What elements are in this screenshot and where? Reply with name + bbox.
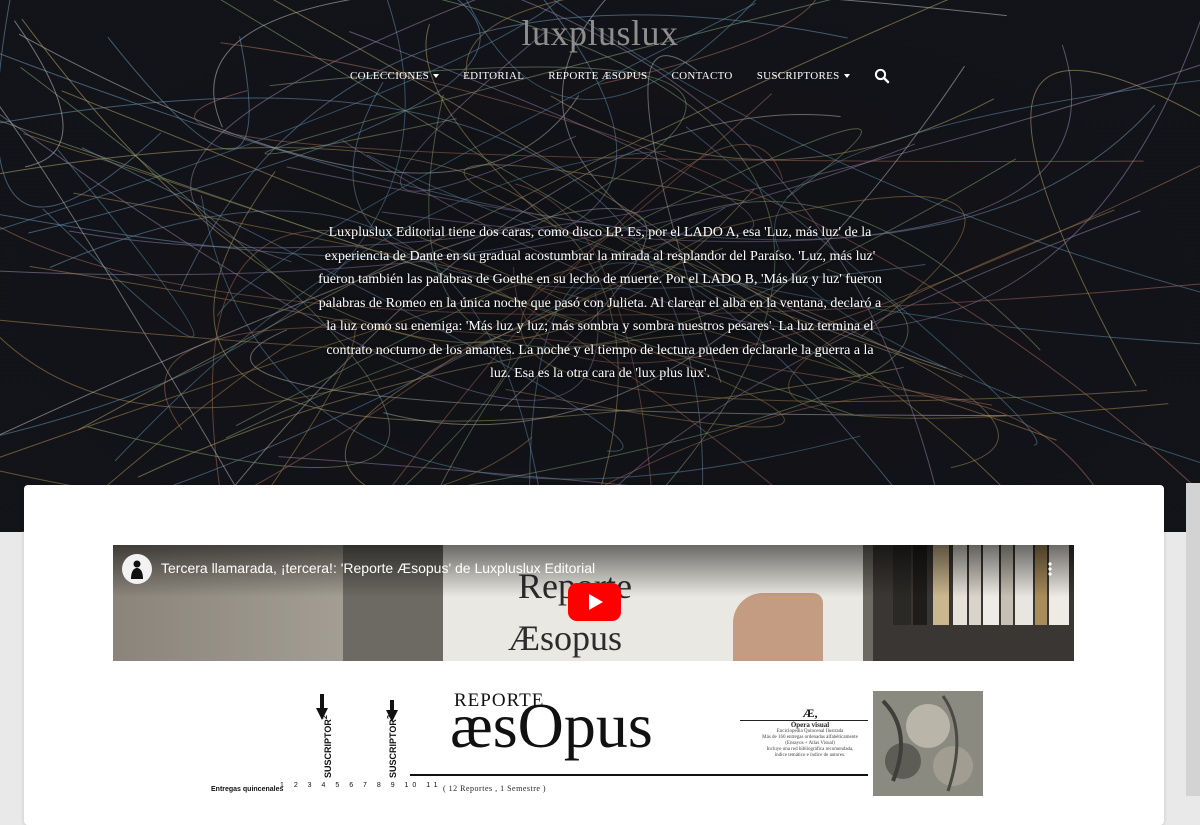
suscriptor-text: SUSCRIPTOR [388, 719, 398, 778]
suscriptor-label-2: SUSCRIPTOR2 [385, 715, 398, 778]
youtube-play-button[interactable] [568, 583, 621, 621]
suscriptor-label-1: SUSCRIPTOR2 [320, 715, 333, 778]
doc-rule [410, 774, 868, 776]
chevron-down-icon [433, 74, 440, 78]
nav-item-label: EDITORIAL [463, 70, 525, 82]
arrow-down-icon [316, 694, 328, 720]
nav-item-label: REPORTE ÆSOPUS [548, 70, 648, 82]
nav-item-label: CONTACTO [671, 70, 733, 82]
ae-heading: Æ, [802, 706, 818, 720]
page-scrollbar[interactable] [1186, 483, 1200, 796]
site-brand[interactable]: luxpluslux [0, 12, 1200, 54]
entregas-ticks: 1 2 3 4 5 6 7 8 9 10 11 [280, 782, 442, 789]
search-icon [874, 68, 889, 84]
main-nav: COLECCIONES EDITORIAL REPORTE ÆSOPUS CON… [350, 68, 914, 84]
reporte-aesopus-image: SUSCRIPTOR2 SUSCRIPTOR2 Entregas quincen… [195, 686, 985, 796]
entregas-label: Entregas quincenales [211, 786, 284, 793]
channel-avatar[interactable] [122, 554, 152, 584]
nav-item-suscriptores[interactable]: SUSCRIPTORES [757, 70, 850, 82]
doc-footnote: ( 12 Reportes , 1 Semestre ) [443, 784, 547, 793]
suscriptor-text: SUSCRIPTOR [323, 719, 333, 778]
more-options-icon[interactable] [1048, 561, 1052, 577]
video-frame-text-aesopus: Æsopus [508, 618, 623, 658]
video-title[interactable]: Tercera llamarada, ¡tercera!: 'Reporte Æ… [161, 560, 595, 576]
doc-ae-box: Æ, Ópera visual Enciclopedia Quincenal I… [750, 706, 870, 759]
ae-line: índice temático e índice de autores. [774, 753, 846, 758]
silhouette-icon [131, 560, 143, 579]
doc-thumbnail-image [873, 691, 983, 796]
nav-item-contacto[interactable]: CONTACTO [671, 70, 732, 82]
doc-title: æsOpus [450, 690, 653, 761]
video-embed[interactable]: Reporte Æsopus Tercera llamarada, ¡terce… [113, 545, 1074, 661]
chevron-down-icon [843, 74, 850, 78]
engraving-image [873, 691, 983, 796]
nav-item-editorial[interactable]: EDITORIAL [463, 70, 524, 82]
ae-sub: Ópera visual [790, 721, 830, 729]
nav-item-label: COLECCIONES [350, 70, 430, 82]
nav-item-label: SUSCRIPTORES [756, 70, 840, 82]
arrow-down-icon [386, 700, 398, 722]
search-button[interactable] [874, 68, 890, 84]
hero-intro-text: Luxpluslux Editorial tiene dos caras, co… [318, 225, 882, 381]
nav-item-colecciones[interactable]: COLECCIONES [350, 70, 440, 82]
video-frame-hands [733, 593, 823, 661]
nav-item-reporte-aesopus[interactable]: REPORTE ÆSOPUS [548, 70, 647, 82]
